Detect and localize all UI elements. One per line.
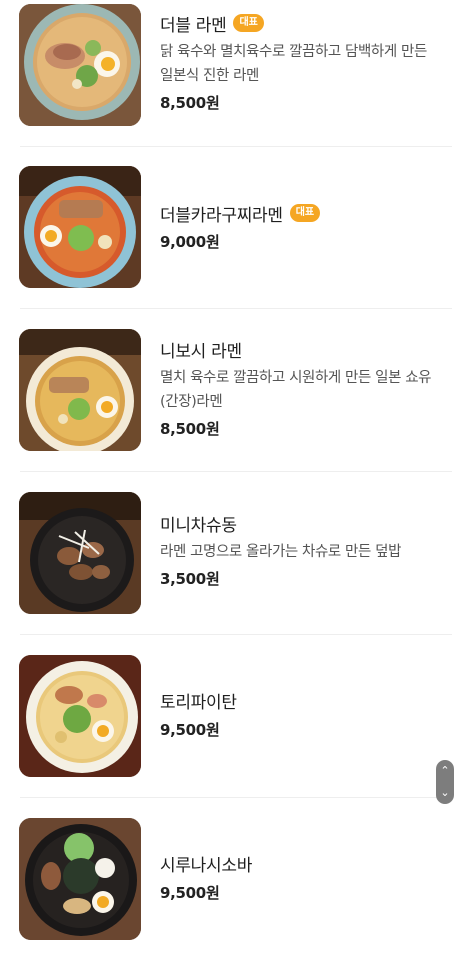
menu-item-price: 8,500원	[160, 420, 220, 438]
menu-item-shirunashi-soba[interactable]: 시루나시소바 9,500원	[0, 798, 466, 960]
menu-item-image[interactable]	[19, 329, 141, 451]
signature-badge: 대표	[233, 14, 264, 32]
scroll-control[interactable]: ⌃ ⌄	[436, 760, 454, 804]
menu-item-name-row: 토리파이탄	[160, 687, 450, 713]
menu-item-info: 더블카라구찌라멘 대표 9,000원	[160, 200, 450, 253]
menu-item-price: 9,500원	[160, 721, 220, 739]
menu-item-info: 토리파이탄 9,500원	[160, 687, 450, 741]
menu-item-description: 닭 육수와 멸치육수로 깔끔하고 담백하게 만든 일본식 진한 라멘	[160, 44, 427, 84]
menu-item-name-row: 미니차슈동	[160, 510, 450, 536]
menu-item-name: 토리파이탄	[160, 692, 237, 713]
menu-item-mini-chashu-don[interactable]: 미니차슈동 라멘 고명으로 올라가는 차슈로 만든 덮밥 3,500원	[0, 472, 466, 635]
menu-item-name: 미니차슈동	[160, 515, 237, 536]
menu-item-image[interactable]	[19, 655, 141, 777]
menu-item-info: 더블 라멘 대표 닭 육수와 멸치육수로 깔끔하고 담백하게 만든 일본식 진한…	[160, 10, 450, 114]
menu-item-name: 더블 라멘	[160, 15, 227, 36]
chicken-paitan-photo	[19, 655, 141, 777]
soupless-soba-photo	[19, 818, 141, 940]
menu-item-price: 9,000원	[160, 233, 220, 251]
menu-item-name-row: 니보시 라멘	[160, 336, 450, 362]
menu-item-double-ramen[interactable]: 더블 라멘 대표 닭 육수와 멸치육수로 깔끔하고 담백하게 만든 일본식 진한…	[0, 0, 466, 162]
menu-item-name: 니보시 라멘	[160, 341, 242, 362]
menu-item-double-karakuchi-ramen[interactable]: 더블카라구찌라멘 대표 9,000원	[0, 147, 466, 309]
menu-item-info: 니보시 라멘 멸치 육수로 깔끔하고 시원하게 만든 일본 쇼유(간장)라멘 8…	[160, 336, 450, 440]
menu-item-name-row: 시루나시소바	[160, 850, 450, 876]
signature-badge: 대표	[289, 204, 321, 222]
chevron-down-icon[interactable]: ⌄	[436, 787, 454, 799]
menu-item-description: 멸치 육수로 깔끔하고 시원하게 만든 일본 쇼유(간장)라멘	[160, 370, 432, 410]
menu-item-image[interactable]	[19, 818, 141, 940]
menu-item-tori-paitan[interactable]: 토리파이탄 9,500원	[0, 635, 466, 798]
spicy-ramen-photo	[19, 166, 141, 288]
menu-item-description: 라멘 고명으로 올라가는 차슈로 만든 덮밥	[160, 544, 402, 560]
menu-item-price: 9,500원	[160, 884, 220, 902]
menu-item-name: 더블카라구찌라멘	[160, 205, 283, 226]
menu-item-image[interactable]	[19, 492, 141, 614]
shoyu-ramen-photo	[19, 329, 141, 451]
menu-item-info: 시루나시소바 9,500원	[160, 850, 450, 904]
menu-item-info: 미니차슈동 라멘 고명으로 올라가는 차슈로 만든 덮밥 3,500원	[160, 510, 450, 590]
ramen-tonkotsu-photo	[19, 4, 141, 126]
chevron-up-icon[interactable]: ⌃	[436, 765, 454, 777]
menu-item-price: 8,500원	[160, 94, 220, 112]
chashu-rice-bowl-photo	[19, 492, 141, 614]
menu-item-name: 시루나시소바	[160, 855, 253, 876]
menu-item-image[interactable]	[19, 166, 141, 288]
menu-item-image[interactable]	[19, 4, 141, 126]
menu-item-name-row: 더블 라멘 대표	[160, 10, 450, 36]
menu-item-price: 3,500원	[160, 570, 220, 588]
menu-item-name-row: 더블카라구찌라멘 대표	[160, 200, 450, 226]
menu-item-niboshi-ramen[interactable]: 니보시 라멘 멸치 육수로 깔끔하고 시원하게 만든 일본 쇼유(간장)라멘 8…	[0, 309, 466, 472]
